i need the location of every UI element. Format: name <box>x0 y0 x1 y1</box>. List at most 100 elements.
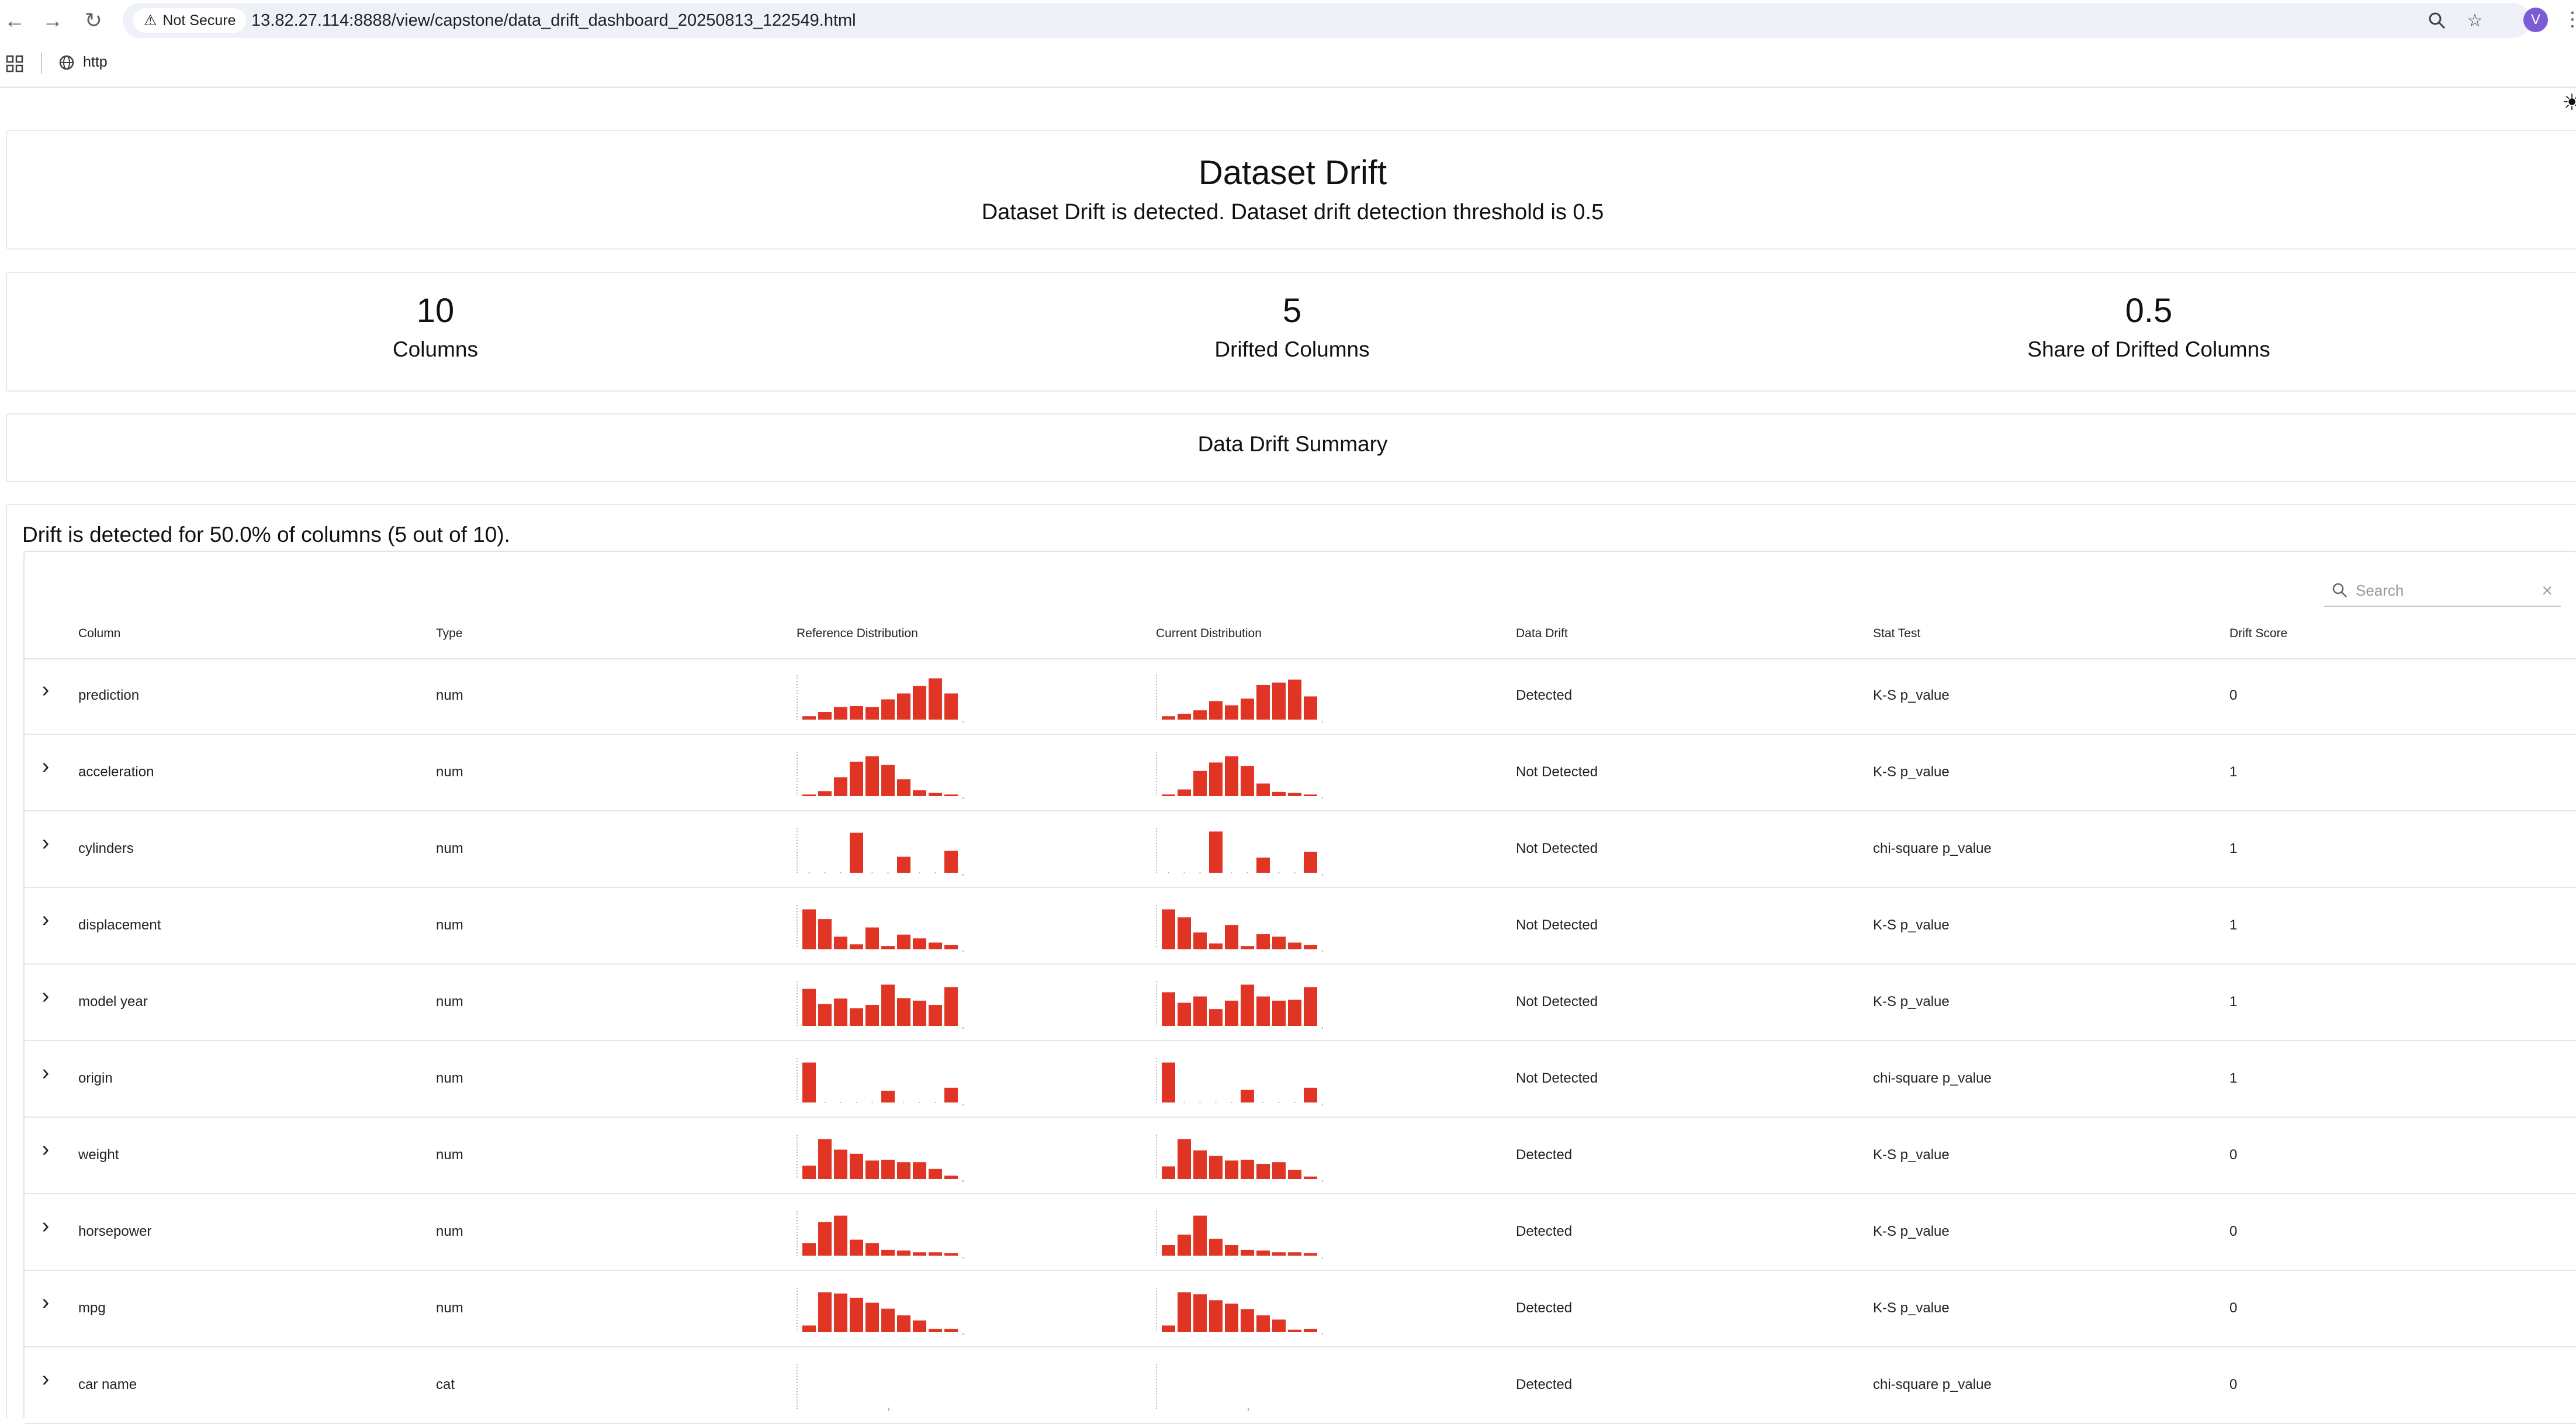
distribution-bar <box>1193 932 1207 949</box>
cell-data-drift: Detected <box>1516 1377 1573 1392</box>
expand-chevron-icon[interactable]: › <box>36 755 55 777</box>
distribution-bar <box>897 934 910 949</box>
theme-toggle-icon[interactable]: ☀ <box>2562 92 2576 113</box>
distribution-bar <box>1288 1000 1301 1026</box>
header-current-distribution[interactable]: Current Distribution <box>1156 627 1262 641</box>
distribution-bar <box>834 1149 847 1179</box>
table-row[interactable]: › prediction num Detected K-S p_value 0 <box>25 658 2576 735</box>
header-data-drift[interactable]: Data Drift <box>1516 627 1568 641</box>
distribution-bar <box>944 945 958 949</box>
url-text[interactable]: 13.82.27.114:8888/view/capstone/data_dri… <box>251 11 856 30</box>
bookmark-http[interactable]: http <box>58 54 108 71</box>
distribution-bar <box>1304 987 1317 1026</box>
header-column[interactable]: Column <box>78 627 120 641</box>
expand-chevron-icon[interactable]: › <box>36 832 55 854</box>
distribution-bar <box>913 1000 926 1026</box>
empty-bin-marker <box>934 1102 936 1103</box>
kebab-menu-icon[interactable]: ⋮ <box>2563 5 2576 34</box>
header-reference-distribution[interactable]: Reference Distribution <box>797 627 918 641</box>
security-chip[interactable]: ⚠ Not Secure <box>133 8 247 33</box>
empty-bin-marker <box>1278 872 1280 873</box>
x-axis-end-tick <box>962 1104 964 1105</box>
header-stat-test[interactable]: Stat Test <box>1873 627 1920 641</box>
table-row[interactable]: › mpg num Detected K-S p_value 0 <box>25 1271 2576 1347</box>
x-axis-end-tick <box>962 951 964 952</box>
distribution-bar <box>834 707 847 720</box>
empty-bin-marker <box>934 872 936 873</box>
empty-bin-marker <box>1231 872 1232 873</box>
distribution-bar <box>1225 1245 1238 1256</box>
cell-type: num <box>436 917 463 933</box>
cell-drift-score: 0 <box>2229 1300 2238 1316</box>
x-axis-end-tick <box>962 1333 964 1335</box>
address-bar[interactable]: ⚠ Not Secure 13.82.27.114:8888/view/caps… <box>123 3 2530 38</box>
expand-chevron-icon[interactable]: › <box>36 1291 55 1314</box>
reference-distribution-chart <box>797 1058 964 1105</box>
distribution-bar <box>1256 858 1270 873</box>
expand-chevron-icon[interactable]: › <box>36 1215 55 1237</box>
distribution-bar <box>929 1169 942 1179</box>
distribution-bar <box>1272 1162 1286 1179</box>
reload-icon[interactable]: ↻ <box>79 6 108 35</box>
table-row[interactable]: › displacement num Not Detected K-S p_value 1 <box>25 888 2576 965</box>
expand-chevron-icon[interactable]: › <box>36 1062 55 1084</box>
table-row[interactable]: › horsepower num Detected K-S p_value 0 <box>25 1194 2576 1271</box>
distribution-bar <box>1209 831 1223 873</box>
distribution-bar <box>1178 1003 1191 1026</box>
bookmarks-bar: http <box>0 41 2576 88</box>
distribution-bar <box>865 756 879 796</box>
distribution-bar <box>850 1297 863 1332</box>
expand-chevron-icon[interactable]: › <box>36 1138 55 1160</box>
x-axis-end-tick <box>1322 1257 1323 1259</box>
forward-icon[interactable]: → <box>38 6 67 35</box>
avatar[interactable]: V <box>2523 8 2548 32</box>
bookmark-star-icon[interactable]: ☆ <box>2463 9 2487 32</box>
cell-stat-test: K-S p_value <box>1873 917 1950 933</box>
table-row[interactable]: › cylinders num Not Detected chi-square p_va… <box>25 811 2576 888</box>
table-row[interactable]: › acceleration num Not Detected K-S p_value 1 <box>25 735 2576 811</box>
cell-data-drift: Detected <box>1516 1147 1573 1163</box>
expand-chevron-icon[interactable]: › <box>36 1368 55 1390</box>
x-axis-end-tick <box>962 1180 964 1182</box>
header-drift-score[interactable]: Drift Score <box>2229 627 2287 641</box>
table-row[interactable]: › car name cat Detected chi-square p_value 0 <box>25 1347 2576 1424</box>
header-type[interactable]: Type <box>436 627 463 641</box>
reference-distribution-chart <box>797 1211 964 1259</box>
distribution-bar <box>1162 1325 1175 1332</box>
x-axis-end-tick <box>1322 1333 1323 1335</box>
expand-chevron-icon[interactable]: › <box>36 985 55 1007</box>
distribution-bar <box>834 1293 847 1332</box>
empty-bin-marker <box>1199 872 1201 873</box>
search-box[interactable]: × <box>2324 575 2561 607</box>
table-row[interactable]: › origin num Not Detected chi-square p_value… <box>25 1041 2576 1118</box>
clear-icon[interactable]: × <box>2542 580 2553 602</box>
distribution-bar <box>1193 1150 1207 1179</box>
zoom-icon[interactable] <box>2425 9 2449 32</box>
apps-grid-icon[interactable] <box>6 55 23 72</box>
distribution-bar <box>944 987 958 1026</box>
distribution-bar <box>881 1249 895 1256</box>
current-distribution-chart <box>1156 1135 1323 1182</box>
distribution-bar <box>944 1087 958 1102</box>
distribution-bar <box>944 851 958 873</box>
distribution-bar <box>1193 996 1207 1026</box>
distribution-bar <box>1225 1160 1238 1179</box>
table-row[interactable]: › weight num Detected K-S p_value 0 <box>25 1118 2576 1194</box>
dataset-drift-header: Dataset Drift Dataset Drift is detected.… <box>6 130 2576 250</box>
summary-card: Data Drift Summary <box>6 413 2576 482</box>
expand-chevron-icon[interactable]: › <box>36 679 55 701</box>
empty-bin-marker <box>824 872 826 873</box>
distribution-bar <box>818 1004 832 1026</box>
distribution-bar <box>865 1005 879 1026</box>
distribution-bar <box>913 790 926 796</box>
search-input[interactable] <box>2355 580 2532 600</box>
empty-bin-marker <box>919 1102 920 1103</box>
expand-chevron-icon[interactable]: › <box>36 908 55 931</box>
x-axis-end-tick <box>962 797 964 799</box>
distribution-bar <box>1304 1329 1317 1332</box>
back-icon[interactable]: ← <box>0 6 29 35</box>
distribution-bar <box>1225 1304 1238 1332</box>
distribution-bar <box>850 832 863 873</box>
distribution-bar <box>881 1308 895 1332</box>
table-row[interactable]: › model year num Not Detected K-S p_value 1 <box>25 965 2576 1041</box>
